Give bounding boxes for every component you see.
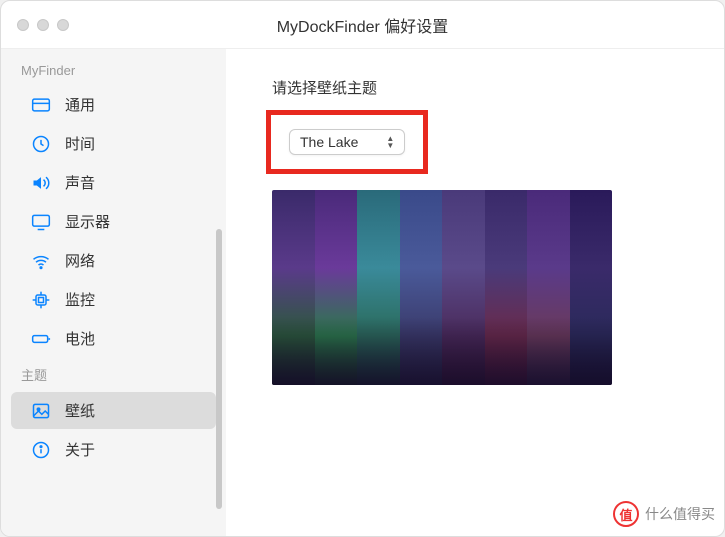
preview-stripe [400, 190, 443, 385]
minimize-button[interactable] [37, 19, 49, 31]
wallpaper-preview [272, 190, 612, 385]
wallpaper-prompt: 请选择壁纸主题 [272, 77, 684, 98]
window-title: MyDockFinder 偏好设置 [1, 13, 724, 37]
traffic-lights [1, 19, 69, 31]
sidebar-item-label: 监控 [65, 289, 95, 310]
clock-icon [31, 134, 51, 154]
sidebar-item-label: 电池 [65, 328, 95, 349]
battery-icon [31, 329, 51, 349]
sidebar-item-label: 壁纸 [65, 400, 95, 421]
content-pane: 请选择壁纸主题 The Lake ▲▼ [226, 49, 724, 536]
preview-stripe [442, 190, 485, 385]
preferences-window: MyDockFinder 偏好设置 MyFinder 通用 时间 声音 显示器 [0, 0, 725, 537]
scrollbar-thumb[interactable] [216, 229, 222, 509]
sidebar-item-display[interactable]: 显示器 [11, 203, 216, 240]
section-theme: 主题 [1, 359, 226, 390]
wifi-icon [31, 251, 51, 271]
zoom-button[interactable] [57, 19, 69, 31]
highlight-annotation: The Lake ▲▼ [266, 110, 428, 174]
chip-icon [31, 290, 51, 310]
watermark-badge: 值 [613, 501, 639, 527]
sidebar-item-sound[interactable]: 声音 [11, 164, 216, 201]
preview-stripe [570, 190, 613, 385]
general-icon [31, 95, 51, 115]
preview-stripe [527, 190, 570, 385]
window-body: MyFinder 通用 时间 声音 显示器 网络 [1, 49, 724, 536]
sidebar-item-label: 网络 [65, 250, 95, 271]
close-button[interactable] [17, 19, 29, 31]
sidebar-item-general[interactable]: 通用 [11, 86, 216, 123]
sidebar-item-time[interactable]: 时间 [11, 125, 216, 162]
preview-stripe [315, 190, 358, 385]
sound-icon [31, 173, 51, 193]
updown-icon: ▲▼ [386, 135, 394, 149]
sidebar-item-monitor[interactable]: 监控 [11, 281, 216, 318]
sidebar-item-label: 声音 [65, 172, 95, 193]
preview-stripe [357, 190, 400, 385]
wallpaper-theme-select[interactable]: The Lake ▲▼ [289, 129, 405, 155]
sidebar: MyFinder 通用 时间 声音 显示器 网络 [1, 49, 226, 536]
sidebar-item-label: 通用 [65, 94, 95, 115]
display-icon [31, 212, 51, 232]
titlebar: MyDockFinder 偏好设置 [1, 1, 724, 49]
sidebar-item-label: 显示器 [65, 211, 110, 232]
section-myfinder: MyFinder [1, 57, 226, 84]
sidebar-item-label: 时间 [65, 133, 95, 154]
preview-stripe [485, 190, 528, 385]
sidebar-item-network[interactable]: 网络 [11, 242, 216, 279]
image-icon [31, 401, 51, 421]
sidebar-item-about[interactable]: 关于 [11, 431, 216, 468]
watermark: 值 什么值得买 [613, 501, 715, 527]
watermark-text: 什么值得买 [645, 504, 715, 524]
sidebar-item-wallpaper[interactable]: 壁纸 [11, 392, 216, 429]
preview-stripe [272, 190, 315, 385]
info-icon [31, 440, 51, 460]
sidebar-item-label: 关于 [65, 439, 95, 460]
sidebar-item-battery[interactable]: 电池 [11, 320, 216, 357]
select-value: The Lake [300, 134, 358, 150]
